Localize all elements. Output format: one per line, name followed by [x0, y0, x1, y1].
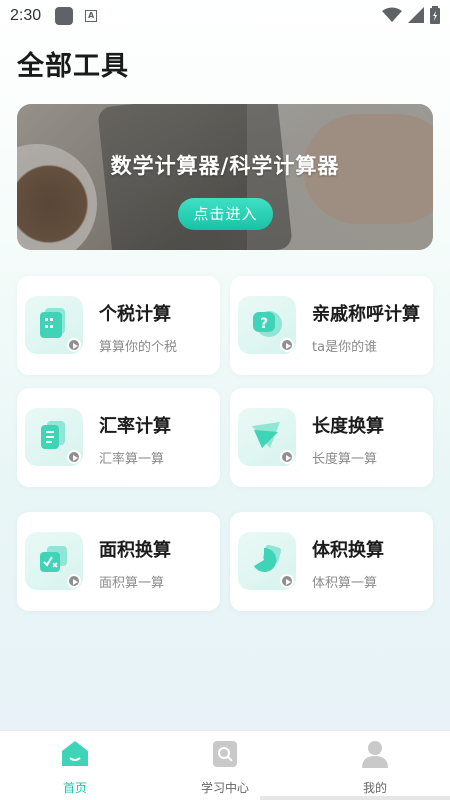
play-icon	[280, 574, 294, 588]
tool-card-title: 长度换算	[312, 416, 384, 437]
calculator-banner[interactable]: 数学计算器/科学计算器 点击进入	[17, 104, 433, 250]
tool-card-title: 个税计算	[99, 304, 171, 325]
battery-icon	[430, 6, 440, 24]
nav-label: 学习中心	[200, 781, 249, 795]
tool-card-title: 亲戚称呼计算	[312, 304, 420, 325]
document-icon	[25, 408, 83, 466]
bottom-nav: 首页 学习中心 我的	[0, 730, 450, 800]
tool-card-title: 体积换算	[312, 540, 384, 561]
nav-item-learning[interactable]: 学习中心	[180, 739, 270, 796]
play-icon	[280, 450, 294, 464]
play-icon	[280, 338, 294, 352]
tool-card-subtitle: 体积算一算	[312, 576, 378, 591]
nav-item-mine[interactable]: 我的	[330, 739, 420, 796]
nav-label: 我的	[362, 781, 387, 795]
tool-card-subtitle: 长度算一算	[312, 452, 378, 467]
a-box-icon: A	[85, 10, 98, 22]
tool-card-volume[interactable]: 体积换算 体积算一算	[230, 512, 433, 611]
status-bar: 2:30 A	[0, 0, 450, 32]
tool-card-title: 面积换算	[99, 540, 171, 561]
tool-card-subtitle: 算算你的个税	[99, 340, 178, 355]
app-square-icon	[55, 7, 74, 25]
ruler-triangle-icon	[238, 408, 296, 466]
wifi-icon	[382, 7, 402, 22]
page-title: 全部工具	[17, 51, 129, 82]
tool-card-exchange[interactable]: 汇率计算 汇率算一算	[17, 388, 220, 487]
question-bubble-icon: ?	[238, 296, 296, 354]
tool-card-subtitle: ta是你的谁	[312, 340, 378, 355]
tool-card-tax[interactable]: 个税计算 算算你的个税	[17, 276, 220, 375]
tool-card-subtitle: 面积算一算	[99, 576, 165, 591]
tool-card-area[interactable]: 面积换算 面积算一算	[17, 512, 220, 611]
tool-card-relatives[interactable]: ? 亲戚称呼计算 ta是你的谁	[230, 276, 433, 375]
user-icon	[362, 741, 388, 768]
tool-card-subtitle: 汇率算一算	[99, 452, 165, 467]
play-icon	[67, 338, 81, 352]
banner-title: 数学计算器/科学计算器	[110, 154, 340, 178]
tool-card-title: 汇率计算	[99, 416, 171, 437]
nav-label: 首页	[62, 781, 87, 795]
play-icon	[67, 450, 81, 464]
signal-icon	[408, 7, 424, 23]
banner-enter-button[interactable]: 点击进入	[178, 198, 273, 230]
tax-calculator-icon	[25, 296, 83, 354]
play-icon	[67, 574, 81, 588]
book-search-icon	[213, 741, 237, 767]
home-indicator	[260, 796, 450, 800]
math-card-icon	[25, 532, 83, 590]
tool-card-length[interactable]: 长度换算 长度算一算	[230, 388, 433, 487]
nav-item-home[interactable]: 首页	[30, 739, 120, 796]
home-icon	[62, 741, 88, 766]
pie-shape-icon	[238, 532, 296, 590]
status-time: 2:30	[10, 7, 42, 24]
svg-text:?: ?	[260, 316, 268, 332]
